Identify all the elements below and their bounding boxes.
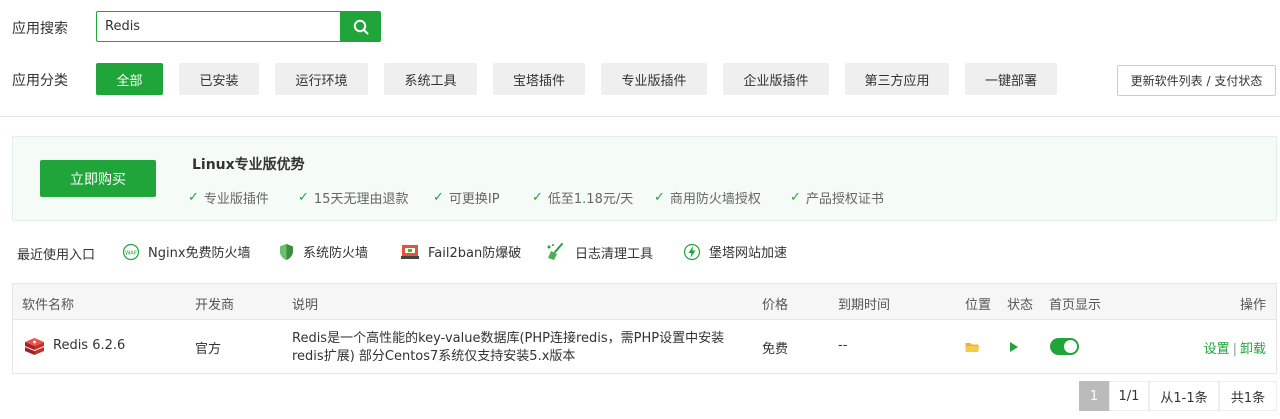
header-price: 价格: [762, 298, 789, 313]
waf-icon: WAF: [122, 243, 140, 260]
table-header: 软件名称 开发商 说明 价格 到期时间 位置 状态 首页显示 操作: [13, 284, 1276, 320]
check-icon: ✓: [654, 190, 665, 205]
row-actions: 设置 | 卸载: [1204, 338, 1266, 357]
settings-link[interactable]: 设置: [1204, 342, 1230, 357]
action-separator: |: [1232, 342, 1237, 357]
category-third-party[interactable]: 第三方应用: [845, 63, 949, 95]
page-total: 共1条: [1219, 381, 1277, 411]
shield-icon: [280, 243, 293, 260]
fail2ban-icon: [401, 244, 419, 259]
search-button[interactable]: [340, 11, 381, 42]
category-label: 应用分类: [12, 73, 68, 89]
header-name: 软件名称: [22, 298, 75, 313]
page-range: 从1-1条: [1149, 381, 1219, 411]
check-icon: ✓: [298, 190, 309, 205]
category-pro-plugins[interactable]: 专业版插件: [601, 63, 707, 95]
homepage-display-toggle[interactable]: [1050, 338, 1079, 355]
developer: 官方: [195, 342, 222, 357]
check-icon: ✓: [532, 190, 543, 205]
search-label: 应用搜索: [12, 21, 68, 37]
search-icon: [353, 19, 368, 34]
header-expire: 到期时间: [838, 298, 891, 313]
software-table: 软件名称 开发商 说明 价格 到期时间 位置 状态 首页显示 操作 Redis …: [12, 283, 1277, 374]
uninstall-link[interactable]: 卸载: [1240, 342, 1266, 357]
lightning-icon: [683, 243, 701, 260]
page-count: 1/1: [1109, 381, 1149, 411]
recent-item-system-firewall[interactable]: 系统防火墙: [278, 242, 368, 261]
software-name: Redis 6.2.6: [53, 338, 126, 353]
redis-icon: [25, 338, 44, 355]
recent-item-nginx-firewall[interactable]: WAF Nginx免费防火墙: [122, 242, 251, 261]
header-description: 说明: [292, 298, 319, 313]
header-actions: 操作: [1239, 298, 1266, 313]
promo-feature: ✓ 15天无理由退款: [298, 190, 409, 207]
category-all[interactable]: 全部: [96, 63, 163, 95]
description: Redis是一个高性能的key-value数据库(PHP连接redis，需PHP…: [292, 331, 725, 364]
category-runtime[interactable]: 运行环境: [275, 63, 368, 95]
promo-title: Linux专业版优势: [192, 157, 305, 173]
folder-icon[interactable]: [965, 341, 980, 353]
refresh-software-list-button[interactable]: 更新软件列表 / 支付状态: [1117, 65, 1276, 96]
category-enterprise-plugins[interactable]: 企业版插件: [723, 63, 829, 95]
header-location: 位置: [965, 298, 992, 313]
promo-feature: ✓ 产品授权证书: [790, 190, 884, 207]
promo-feature: ✓ 商用防火墙授权: [654, 190, 761, 207]
check-icon: ✓: [790, 190, 801, 205]
play-icon[interactable]: [1009, 341, 1019, 353]
category-one-click-deploy[interactable]: 一键部署: [965, 63, 1057, 95]
page-current[interactable]: 1: [1079, 381, 1109, 411]
expire-time: --: [838, 338, 848, 353]
header-developer: 开发商: [195, 298, 235, 313]
svg-text:WAF: WAF: [125, 250, 137, 256]
promo-feature: ✓ 可更换IP: [433, 190, 500, 207]
pro-promo-banner: 立即购买 Linux专业版优势 ✓ 专业版插件 ✓ 15天无理由退款 ✓ 可更换IP …: [12, 136, 1277, 221]
category-system-tools[interactable]: 系统工具: [384, 63, 477, 95]
recent-item-site-accelerator[interactable]: 堡塔网站加速: [683, 242, 787, 261]
search-input[interactable]: [96, 11, 341, 42]
header-homepage-display: 首页显示: [1049, 298, 1102, 313]
promo-feature: ✓ 专业版插件: [188, 190, 269, 207]
divider: [0, 116, 1280, 117]
recent-entries-label: 最近使用入口: [17, 248, 96, 263]
check-icon: ✓: [433, 190, 444, 205]
recent-item-fail2ban[interactable]: Fail2ban防爆破: [400, 242, 521, 261]
promo-feature: ✓ 低至1.18元/天: [532, 190, 634, 207]
price: 免费: [762, 342, 789, 357]
check-icon: ✓: [188, 190, 199, 205]
broom-icon: [547, 243, 563, 260]
header-status: 状态: [1007, 298, 1034, 313]
category-installed[interactable]: 已安装: [179, 63, 259, 95]
recent-item-log-cleaner[interactable]: 日志清理工具: [545, 242, 653, 262]
buy-now-button[interactable]: 立即购买: [40, 160, 156, 197]
category-bt-plugins[interactable]: 宝塔插件: [493, 63, 585, 95]
